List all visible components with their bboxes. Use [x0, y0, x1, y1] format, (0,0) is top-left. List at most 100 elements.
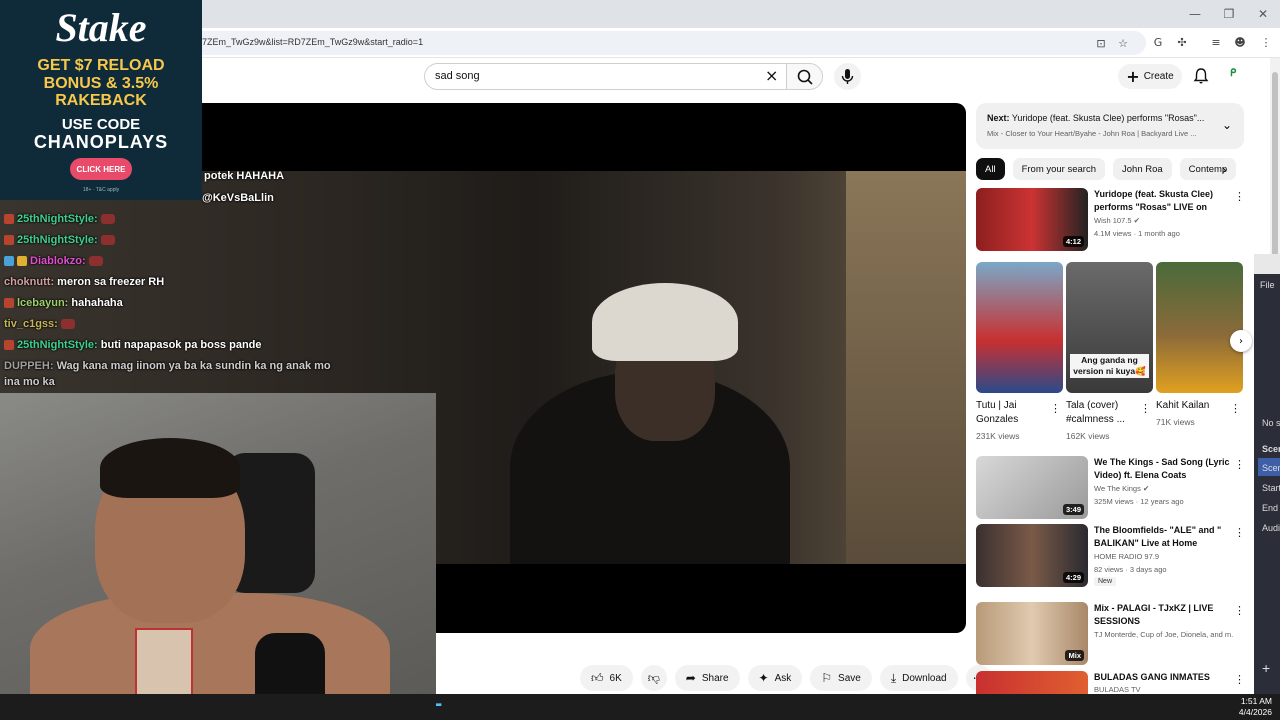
more-vert-icon[interactable]: ⋮ — [1234, 526, 1245, 539]
recommended-video[interactable]: 4:29 The Bloomfields- "ALE" and " BALIKA… — [976, 524, 1248, 588]
bookmark-star-icon[interactable]: ☆ — [1116, 36, 1130, 50]
share-button[interactable]: ➦ Share — [674, 665, 740, 691]
emote-icon — [88, 256, 103, 267]
chat-message: @KeVsBaLlin — [202, 192, 274, 204]
more-vert-icon[interactable]: ⋮ — [1234, 190, 1245, 203]
search-icon — [797, 69, 813, 85]
stake-click-here-button[interactable]: CLICK HERE — [70, 158, 132, 180]
extensions-puzzle-icon[interactable]: ✣ — [1174, 34, 1190, 50]
video-thumbnail[interactable]: Mix — [976, 602, 1088, 665]
window-controls: — ❐ ✕ — [1178, 0, 1280, 28]
browser-menu-icon[interactable]: ⋮ — [1258, 34, 1274, 50]
stake-offer: GET $7 RELOAD BONUS & 3.5% RAKEBACK — [37, 57, 165, 109]
more-vert-icon[interactable]: ⋮ — [1230, 402, 1241, 415]
extension-g-icon[interactable]: G — [1150, 34, 1166, 50]
video-thumbnail[interactable]: 4:12 — [976, 188, 1088, 251]
short-item[interactable]: Tutu | Jai Gonzales 231K views ⋮ — [976, 262, 1063, 441]
recommended-video[interactable]: BULADAS GANG INMATES BULADAS TV ⋮ — [976, 671, 1248, 694]
chat-message: 25thNightStyle: buti napapasok pa boss p… — [4, 339, 262, 351]
chat-message: 25thNightStyle: — [4, 234, 115, 246]
ask-button[interactable]: ✦ Ask — [747, 665, 803, 691]
chat-message: ina mo ka — [4, 376, 55, 388]
chat-message: Diablokzo: — [4, 255, 103, 267]
chip-john-roa[interactable]: John Roa — [1113, 158, 1172, 180]
video-thumbnail[interactable]: 3:49 — [976, 456, 1088, 519]
more-vert-icon[interactable]: ⋮ — [1234, 604, 1245, 617]
voice-search-button[interactable] — [834, 63, 861, 90]
chat-badge-icon — [4, 340, 14, 351]
search-button[interactable] — [786, 63, 823, 90]
terminal-app-icon[interactable]: ▬ — [436, 700, 441, 710]
chevron-down-icon[interactable]: ⌄ — [1222, 118, 1232, 132]
chat-badge-icon — [4, 214, 14, 225]
chat-message: lcebayun: hahahaha — [4, 297, 123, 309]
short-item[interactable]: Kahit Kailan 71K views ⋮ — [1156, 262, 1243, 427]
close-window-button[interactable]: ✕ — [1246, 0, 1280, 28]
profile-icon[interactable]: ☻ — [1232, 34, 1248, 50]
shorts-next-button[interactable]: › — [1230, 330, 1252, 352]
clear-search-icon[interactable]: × — [765, 68, 778, 84]
verified-check-icon: ✔ — [1142, 484, 1150, 493]
create-button[interactable]: + Create — [1118, 64, 1182, 89]
save-button[interactable]: ⚐ Save — [810, 665, 872, 691]
plus-icon: + — [1126, 66, 1140, 86]
recommended-video[interactable]: 4:12 Yuridope (feat. Skusta Clee) perfor… — [976, 188, 1248, 252]
microphone-icon — [841, 69, 854, 84]
stake-use-code-label: USE CODE — [61, 116, 141, 133]
chip-from-your-search[interactable]: From your search — [1012, 158, 1105, 180]
chevron-right-icon[interactable]: › — [1222, 163, 1227, 177]
emote-icon — [60, 319, 75, 330]
search-box[interactable]: sad song × — [424, 63, 786, 90]
short-thumbnail[interactable] — [1156, 262, 1243, 393]
address-bar[interactable]: 7ZEm_TwGz9w&list=RD7ZEm_TwGz9w&start_rad… — [190, 31, 1146, 55]
verified-check-icon: ✔ — [1133, 216, 1140, 225]
chat-message: 25thNightStyle: — [4, 213, 115, 225]
more-vert-icon[interactable]: ⋮ — [1050, 402, 1061, 415]
like-count: 6K — [609, 672, 622, 684]
stake-ad-banner[interactable]: Stake GET $7 RELOAD BONUS & 3.5% RAKEBAC… — [0, 0, 202, 200]
chip-contemp[interactable]: Contemp — [1179, 158, 1237, 180]
like-button[interactable]: 👍︎ 6K — [580, 665, 633, 691]
taskbar-clock[interactable]: 1:51 AM 4/4/2026 — [1239, 696, 1272, 718]
scrollbar-thumb[interactable] — [1272, 72, 1278, 282]
chat-badge-icon — [4, 235, 14, 246]
shorts-shelf: Tutu | Jai Gonzales 231K views ⋮ Ang gan… — [976, 262, 1248, 446]
stake-legal-text: 18+ · T&C apply — [82, 187, 120, 193]
file-menu[interactable]: File — [1260, 280, 1275, 290]
video-thumbnail[interactable]: 4:29 — [976, 524, 1088, 587]
short-item[interactable]: Ang ganda ng version ni kuya🥰 Tala (cove… — [1066, 262, 1153, 441]
address-url[interactable]: 7ZEm_TwGz9w&list=RD7ZEm_TwGz9w&start_rad… — [202, 37, 423, 47]
account-avatar[interactable]: ᑭ — [1230, 68, 1248, 84]
chip-all[interactable]: All — [976, 158, 1005, 180]
more-vert-icon[interactable]: ⋮ — [1140, 402, 1151, 415]
more-vert-icon[interactable]: ⋮ — [1234, 673, 1245, 686]
emote-icon — [100, 214, 115, 225]
recommended-mix[interactable]: Mix Mix - PALAGI - TJxKZ | LIVE SESSIONS… — [976, 602, 1248, 666]
more-vert-icon[interactable]: ⋮ — [1234, 458, 1245, 471]
emote-icon — [100, 235, 115, 246]
filter-chips: All From your search John Roa Contemp — [976, 158, 1238, 180]
recommended-video[interactable]: 3:49 We The Kings - Sad Song (Lyric Vide… — [976, 456, 1248, 520]
share-arrow-icon: ➦ — [685, 671, 696, 685]
minimize-button[interactable]: — — [1178, 0, 1212, 28]
create-label: Create — [1143, 71, 1174, 82]
add-icon[interactable]: + — [1262, 660, 1270, 676]
video-thumbnail[interactable] — [976, 671, 1088, 694]
chat-message: tiv_c1gss: — [4, 318, 75, 330]
chat-badge-icon — [4, 298, 14, 309]
new-badge: New — [1094, 577, 1117, 586]
download-button[interactable]: ⤓ Download — [879, 665, 958, 691]
media-queue-icon[interactable]: ≡ — [1208, 34, 1224, 50]
install-app-icon[interactable]: ⊡ — [1094, 36, 1108, 50]
restore-button[interactable]: ❐ — [1212, 0, 1246, 28]
notifications-bell-icon[interactable] — [1192, 67, 1210, 85]
up-next-card[interactable]: Next: Yuridope (feat. Skusta Clee) perfo… — [976, 103, 1244, 149]
search-input[interactable]: sad song — [435, 70, 480, 82]
taskbar: 1:51 AM 4/4/2026 — [0, 694, 1280, 720]
dislike-button[interactable]: 👎︎ — [640, 665, 667, 691]
short-thumbnail[interactable]: Ang ganda ng version ni kuya🥰 — [1066, 262, 1153, 393]
background-app-window[interactable]: File No s Scen Scen Start End Audi + — [1254, 254, 1280, 694]
short-thumbnail[interactable] — [976, 262, 1063, 393]
chat-message: potek HAHAHA — [204, 170, 285, 182]
chat-badge-icon — [17, 256, 27, 267]
